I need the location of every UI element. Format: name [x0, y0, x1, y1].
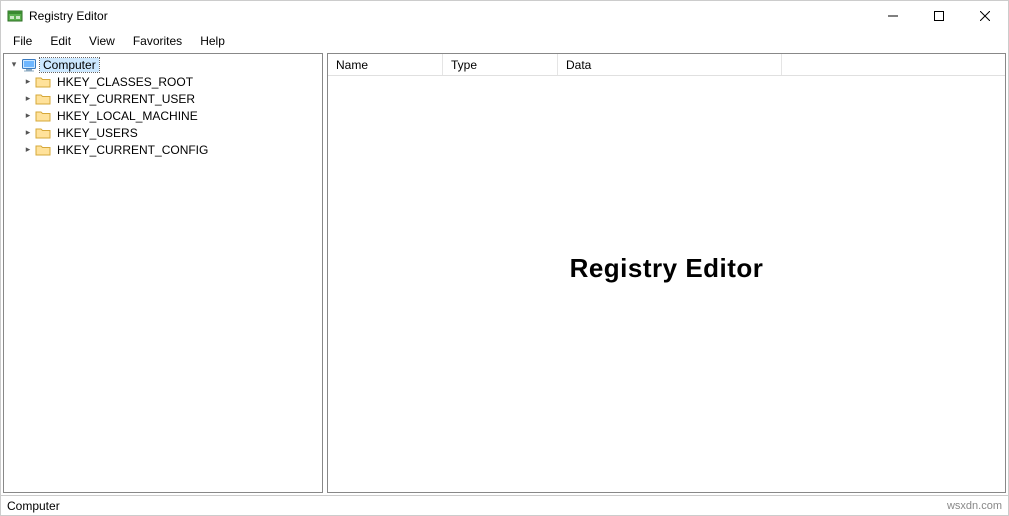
column-name[interactable]: Name: [328, 54, 443, 75]
list-pane[interactable]: Name Type Data Registry Editor: [327, 53, 1006, 493]
overlay-heading: Registry Editor: [328, 253, 1005, 284]
tree-node[interactable]: ▸ HKEY_CURRENT_CONFIG: [4, 141, 322, 158]
tree-node[interactable]: ▸ HKEY_USERS: [4, 124, 322, 141]
tree-node-label[interactable]: HKEY_CURRENT_USER: [54, 92, 198, 106]
chevron-down-icon[interactable]: ▾: [8, 59, 20, 70]
tree-node-label[interactable]: HKEY_CURRENT_CONFIG: [54, 143, 211, 157]
menubar: File Edit View Favorites Help: [1, 31, 1008, 51]
watermark: wsxdn.com: [947, 500, 1002, 512]
chevron-right-icon[interactable]: ▸: [22, 127, 34, 138]
tree-node-label[interactable]: HKEY_USERS: [54, 126, 141, 140]
folder-icon: [35, 91, 51, 107]
tree-pane[interactable]: ▾ Computer ▸ HKEY_CLASSES_ROOT ▸: [3, 53, 323, 493]
tree-node[interactable]: ▸ HKEY_CLASSES_ROOT: [4, 73, 322, 90]
statusbar: Computer wsxdn.com: [1, 495, 1008, 515]
maximize-button[interactable]: [916, 1, 962, 31]
column-data[interactable]: Data: [558, 54, 782, 75]
tree-node-label[interactable]: HKEY_LOCAL_MACHINE: [54, 109, 201, 123]
tree-node[interactable]: ▸ HKEY_CURRENT_USER: [4, 90, 322, 107]
status-path: Computer: [7, 499, 60, 513]
titlebar: Registry Editor: [1, 1, 1008, 31]
app-icon: [7, 8, 23, 24]
menu-favorites[interactable]: Favorites: [125, 33, 190, 49]
tree-root-row[interactable]: ▾ Computer: [4, 56, 322, 73]
folder-icon: [35, 74, 51, 90]
computer-icon: [21, 57, 37, 73]
chevron-right-icon[interactable]: ▸: [22, 76, 34, 87]
menu-file[interactable]: File: [5, 33, 40, 49]
close-button[interactable]: [962, 1, 1008, 31]
chevron-right-icon[interactable]: ▸: [22, 144, 34, 155]
main-split: ▾ Computer ▸ HKEY_CLASSES_ROOT ▸: [1, 51, 1008, 495]
folder-icon: [35, 125, 51, 141]
tree-node[interactable]: ▸ HKEY_LOCAL_MACHINE: [4, 107, 322, 124]
window-title: Registry Editor: [29, 9, 108, 23]
minimize-button[interactable]: [870, 1, 916, 31]
menu-help[interactable]: Help: [192, 33, 233, 49]
menu-view[interactable]: View: [81, 33, 123, 49]
column-type[interactable]: Type: [443, 54, 558, 75]
tree-node-label[interactable]: HKEY_CLASSES_ROOT: [54, 75, 196, 89]
folder-icon: [35, 142, 51, 158]
chevron-right-icon[interactable]: ▸: [22, 110, 34, 121]
list-header: Name Type Data: [328, 54, 1005, 76]
chevron-right-icon[interactable]: ▸: [22, 93, 34, 104]
folder-icon: [35, 108, 51, 124]
column-spacer: [782, 54, 1005, 75]
tree-root-label[interactable]: Computer: [40, 58, 99, 72]
window-controls: [870, 1, 1008, 31]
menu-edit[interactable]: Edit: [42, 33, 79, 49]
